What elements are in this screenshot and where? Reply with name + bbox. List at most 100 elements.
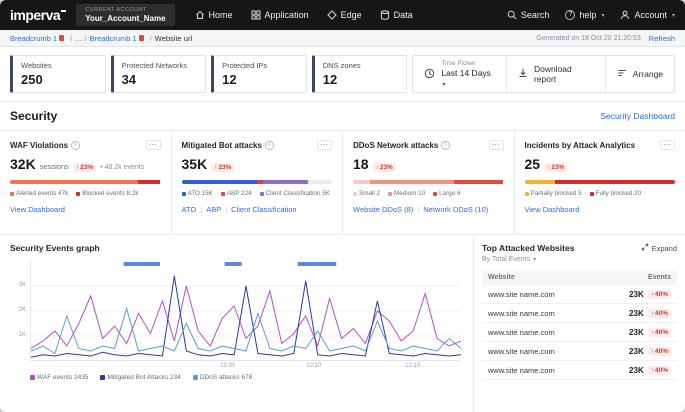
top-attacked-title: Top Attacked Websites [482, 243, 574, 253]
generated-timestamp: Generated on 18 Oct 20 21:20:53 [536, 35, 640, 42]
trend-badge: ↑40% [648, 366, 671, 375]
info-icon[interactable]: i [441, 141, 450, 150]
table-row[interactable]: www.site name.com 23K↑40% [482, 304, 677, 323]
metric-link[interactable]: ATO [182, 205, 197, 214]
panel-menu-button[interactable]: ⋯ [317, 140, 332, 150]
metric-link[interactable]: Network DDoS (10) [423, 205, 488, 214]
incident-annotation-bar[interactable] [225, 262, 242, 266]
account-menu[interactable]: Account ▾ [620, 10, 675, 20]
breadcrumb-link-2[interactable]: Breadcrumb 1 [90, 34, 137, 43]
panel-menu-button[interactable]: ⋯ [489, 140, 504, 150]
sort-by-dropdown[interactable]: By Total Events ▾ [482, 256, 677, 263]
trend-up-icon: ↑ [651, 367, 654, 374]
breadcrumb-link-1[interactable]: Breadcrumb 1 [10, 34, 57, 43]
main-nav: Home Application Edge Data [195, 10, 507, 20]
current-account-label: CURRENT ACCOUNT [85, 7, 165, 13]
legend-swatch [221, 192, 225, 196]
chevron-down-icon: ▾ [672, 12, 675, 19]
metric-title: Incidents by Attack Analytics [525, 141, 636, 150]
metric-link[interactable]: ABP [206, 205, 221, 214]
metric-panel-attack-analytics: Incidents by Attack Analytics ⋯ 25 ↑23% … [514, 131, 685, 234]
x-axis-tick: 12:15 [405, 363, 420, 369]
legend-swatch [76, 192, 80, 196]
incident-annotation-bar[interactable] [123, 262, 160, 266]
trend-badge: ↑23% [73, 163, 96, 172]
help-menu[interactable]: ? help ▾ [565, 10, 604, 20]
bar-segment [454, 180, 504, 184]
download-report-button[interactable]: Download report [506, 56, 605, 92]
y-axis-tick: 1K [19, 332, 26, 338]
breadcrumb-bar: Breadcrumb 1 / ... / Breadcrumb 1 / Webs… [0, 30, 685, 47]
table-row[interactable]: www.site name.com 23K↑40% [482, 361, 677, 380]
legend-swatch [590, 192, 594, 196]
chart-area[interactable] [30, 261, 460, 361]
metric-link[interactable]: View Dashboard [10, 205, 65, 214]
legend-item: Fully blocked 20 [590, 190, 642, 197]
nav-item-edge[interactable]: Edge [327, 10, 362, 20]
info-icon[interactable]: i [71, 141, 80, 150]
chart-legend: WAF events 2435Mitigated Bot Attacks 234… [30, 374, 463, 381]
nav-item-application[interactable]: Application [251, 10, 309, 20]
security-events-graph-panel: Security Events graph 1K2K3K 12:0012:101… [0, 235, 473, 412]
stat-card-dns-zones[interactable]: DNS zones 12 [312, 55, 408, 93]
legend-swatch [260, 192, 264, 196]
time-picker-label: Time Picker [441, 60, 495, 67]
info-icon[interactable]: i [265, 141, 274, 150]
search-button[interactable]: Search [507, 10, 550, 20]
legend-label: Partially blocked 5 [531, 190, 582, 197]
metric-bar [525, 180, 676, 184]
stat-card-protected-ips[interactable]: Protected IPs 12 [211, 55, 307, 93]
stat-label: Websites [21, 61, 97, 70]
y-axis: 1K2K3K [10, 261, 30, 361]
table-row[interactable]: www.site name.com 23K↑40% [482, 342, 677, 361]
arrange-button[interactable]: Arrange [605, 56, 674, 92]
stat-card-websites[interactable]: Websites 250 [10, 55, 106, 93]
stat-card-protected-networks[interactable]: Protected Networks 34 [111, 55, 207, 93]
bar-segment [308, 180, 332, 184]
download-report-label: Download report [534, 64, 594, 84]
security-dashboard-link[interactable]: Security Dashboard [600, 111, 675, 121]
legend-swatch [100, 375, 105, 380]
metric-link[interactable]: Website DDoS (8) [353, 205, 413, 214]
trend-up-icon: ↑ [214, 164, 217, 171]
nav-item-label: Edge [341, 10, 362, 20]
link-separator: | [200, 205, 202, 214]
events-value: 23K [629, 309, 644, 318]
metric-links: View Dashboard [525, 205, 676, 214]
legend-swatch [353, 192, 357, 196]
incident-annotation-bar[interactable] [298, 262, 337, 266]
current-account-name: Your_Account_Name [85, 14, 165, 23]
legend-label: Blocked events 8.2k [82, 190, 138, 197]
metric-link[interactable]: View Dashboard [525, 205, 580, 214]
refresh-link[interactable]: Refresh [649, 34, 675, 43]
website-cell: www.site name.com [488, 366, 629, 375]
legend-swatch [193, 375, 198, 380]
help-icon: ? [565, 10, 575, 20]
breadcrumb-ellipsis[interactable]: ... [75, 34, 81, 43]
expand-button[interactable]: Expand [641, 243, 677, 253]
time-picker-value: Last 14 Days ▾ [441, 68, 495, 88]
table-header: Website Events [482, 270, 677, 285]
nav-item-home[interactable]: Home [195, 10, 233, 20]
x-axis: 12:0012:1012:15 [30, 361, 460, 371]
metric-link[interactable]: Client Classification [231, 205, 296, 214]
events-value: 23K [629, 347, 644, 356]
metric-legend: Partially blocked 5 Fully blocked 20 [525, 190, 676, 197]
nav-item-data[interactable]: Data [380, 10, 413, 20]
legend-swatch [182, 192, 186, 196]
top-attacked-table: Website Events www.site name.com 23K↑40%… [482, 270, 677, 380]
data-icon [380, 10, 390, 20]
section-title: Security [10, 109, 57, 123]
table-row[interactable]: www.site name.com 23K↑40% [482, 285, 677, 304]
metric-legend: ATO 15KABP 224Client Classification 5K [182, 190, 333, 197]
time-picker[interactable]: Time Picker Last 14 Days ▾ [413, 56, 506, 92]
current-account-box[interactable]: CURRENT ACCOUNT Your_Account_Name [76, 4, 174, 26]
website-cell: www.site name.com [488, 309, 629, 318]
bottom-row: Security Events graph 1K2K3K 12:0012:101… [0, 235, 685, 412]
x-axis-tick: 12:10 [306, 363, 321, 369]
table-row[interactable]: www.site name.com 23K↑40% [482, 323, 677, 342]
legend-label: Fully blocked 20 [596, 190, 642, 197]
panel-menu-button[interactable]: ⋯ [660, 140, 675, 150]
trend-up-icon: ↑ [76, 164, 79, 171]
panel-menu-button[interactable]: ⋯ [146, 140, 161, 150]
